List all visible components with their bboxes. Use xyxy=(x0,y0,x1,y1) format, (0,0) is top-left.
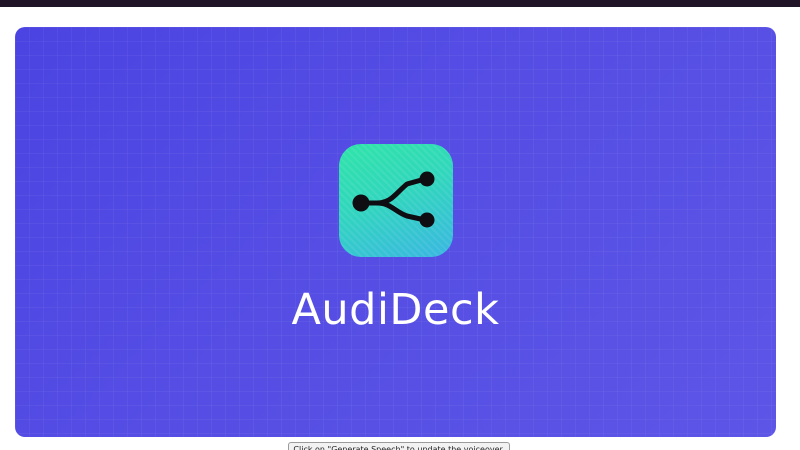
branch-split-icon xyxy=(352,171,435,228)
app-logo xyxy=(339,144,453,257)
video-preview-stage: AudiDeck xyxy=(15,27,776,437)
generate-speech-hint[interactable]: Click on "Generate Speech" to update the… xyxy=(288,442,510,450)
window-top-bar xyxy=(0,0,800,7)
brand-name: AudiDeck xyxy=(291,285,500,335)
